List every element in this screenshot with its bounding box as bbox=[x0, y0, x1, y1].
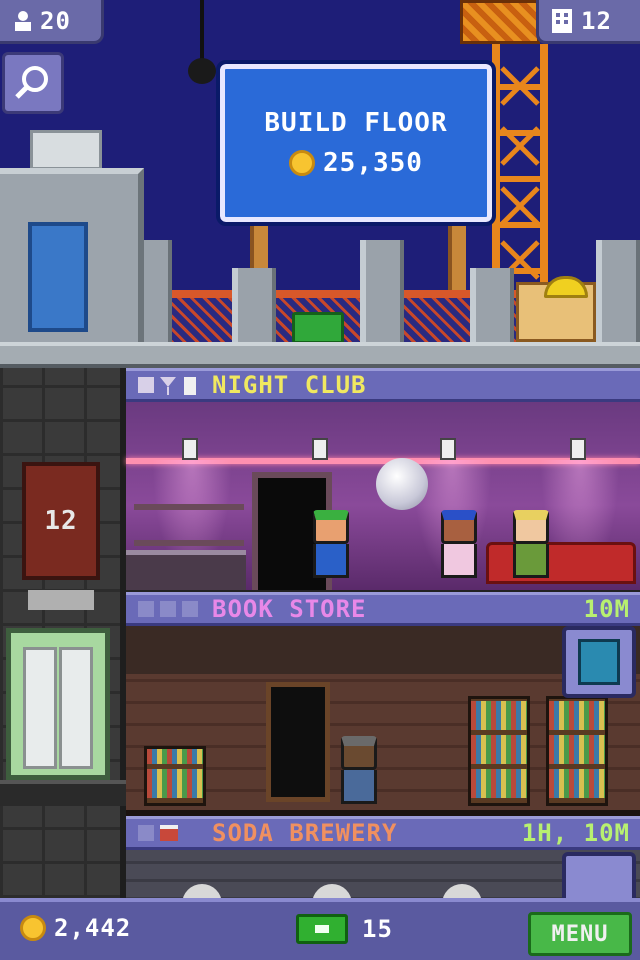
build-cost-value: 25,350 bbox=[323, 148, 423, 178]
bookcase bbox=[144, 746, 206, 806]
search-button[interactable] bbox=[2, 52, 64, 114]
floor-banner[interactable]: BOOK STORE 10M bbox=[126, 592, 640, 626]
roof-slab bbox=[0, 342, 640, 368]
stock-icons bbox=[138, 825, 178, 841]
coin-icon bbox=[20, 915, 46, 941]
bar-counter bbox=[126, 550, 246, 590]
roof-pillar bbox=[232, 268, 276, 344]
crane-brace bbox=[500, 186, 540, 226]
crane-brace bbox=[500, 66, 540, 106]
person-icon bbox=[15, 10, 31, 31]
bookcase bbox=[468, 696, 530, 806]
club-sofa bbox=[486, 542, 636, 584]
building-icon bbox=[552, 8, 572, 33]
disco-ball bbox=[376, 458, 428, 510]
hardhat-icon bbox=[544, 276, 588, 298]
roof-pillar bbox=[596, 240, 640, 344]
restock-timer: 1H, 10M bbox=[521, 819, 630, 847]
roof-pillar bbox=[360, 240, 404, 344]
club-icons bbox=[138, 377, 196, 395]
elevator-door-left bbox=[23, 647, 57, 769]
bookstore-doorway bbox=[266, 682, 330, 802]
magnifier-icon bbox=[15, 66, 48, 99]
coin-balance: 2,442 bbox=[20, 914, 131, 942]
spotlight bbox=[312, 438, 328, 460]
roof-door bbox=[28, 222, 88, 332]
floors-value: 12 bbox=[581, 6, 612, 35]
coin-icon bbox=[289, 150, 316, 176]
build-floor-button[interactable]: BUILD FLOOR 25,350 bbox=[216, 60, 496, 226]
elevator-door-right bbox=[59, 647, 93, 769]
bottom-bar: 2,442 15 MENU bbox=[0, 898, 640, 960]
roof-pillar bbox=[470, 268, 514, 344]
bitizen[interactable] bbox=[310, 510, 352, 586]
floor-name: NIGHT CLUB bbox=[212, 371, 367, 399]
sky-background: BUILD FLOOR 25,350 bbox=[0, 0, 640, 345]
bookcase bbox=[546, 696, 608, 806]
population-value: 20 bbox=[40, 6, 71, 35]
build-floor-cost: 25,350 bbox=[289, 148, 423, 178]
floor-banner[interactable]: SODA BREWERY 1H, 10M bbox=[126, 816, 640, 850]
bux-balance[interactable]: 15 bbox=[296, 914, 393, 944]
elevator-car-base bbox=[0, 780, 126, 806]
coin-value: 2,442 bbox=[54, 914, 132, 942]
book-icon bbox=[578, 639, 620, 685]
briefcase-icon[interactable] bbox=[292, 312, 344, 344]
empty-stock-icons bbox=[138, 601, 198, 617]
spotlight bbox=[570, 438, 586, 460]
crane-hook-cable bbox=[200, 0, 204, 64]
elevator-floor-number: 12 bbox=[44, 506, 78, 536]
population-counter[interactable]: 20 bbox=[0, 0, 104, 44]
floor-bookstore[interactable]: BOOK STORE 10M bbox=[126, 592, 640, 816]
floor-name: SODA BREWERY bbox=[212, 819, 398, 847]
build-floor-label: BUILD FLOOR bbox=[264, 108, 448, 138]
roof-vent bbox=[30, 130, 102, 170]
floor-name: BOOK STORE bbox=[212, 595, 367, 623]
elevator-floor-door[interactable]: 12 bbox=[22, 462, 100, 580]
spotlight bbox=[440, 438, 456, 460]
nightclub-room[interactable] bbox=[126, 402, 640, 596]
bitizen[interactable] bbox=[338, 736, 380, 812]
tower-bux-icon bbox=[296, 914, 348, 944]
crane-cab bbox=[460, 0, 540, 44]
menu-button[interactable]: MENU bbox=[528, 912, 632, 956]
restock-timer: 10M bbox=[583, 595, 630, 623]
restock-badge[interactable] bbox=[562, 852, 636, 900]
floor-counter[interactable]: 12 bbox=[536, 0, 640, 44]
elevator-car[interactable] bbox=[6, 628, 110, 780]
spotlight bbox=[182, 438, 198, 460]
crane-brace bbox=[500, 126, 540, 166]
bitizen[interactable] bbox=[510, 510, 552, 586]
floor-banner[interactable]: NIGHT CLUB bbox=[126, 368, 640, 402]
floor-nightclub[interactable]: NIGHT CLUB bbox=[126, 368, 640, 596]
bux-value: 15 bbox=[362, 915, 393, 943]
floor-soda-brewery[interactable]: SODA BREWERY 1H, 10M bbox=[126, 816, 640, 904]
crane-hook bbox=[188, 58, 216, 84]
bitizen[interactable] bbox=[438, 510, 480, 586]
restock-badge[interactable] bbox=[562, 626, 636, 698]
elevator-sill bbox=[28, 590, 94, 610]
